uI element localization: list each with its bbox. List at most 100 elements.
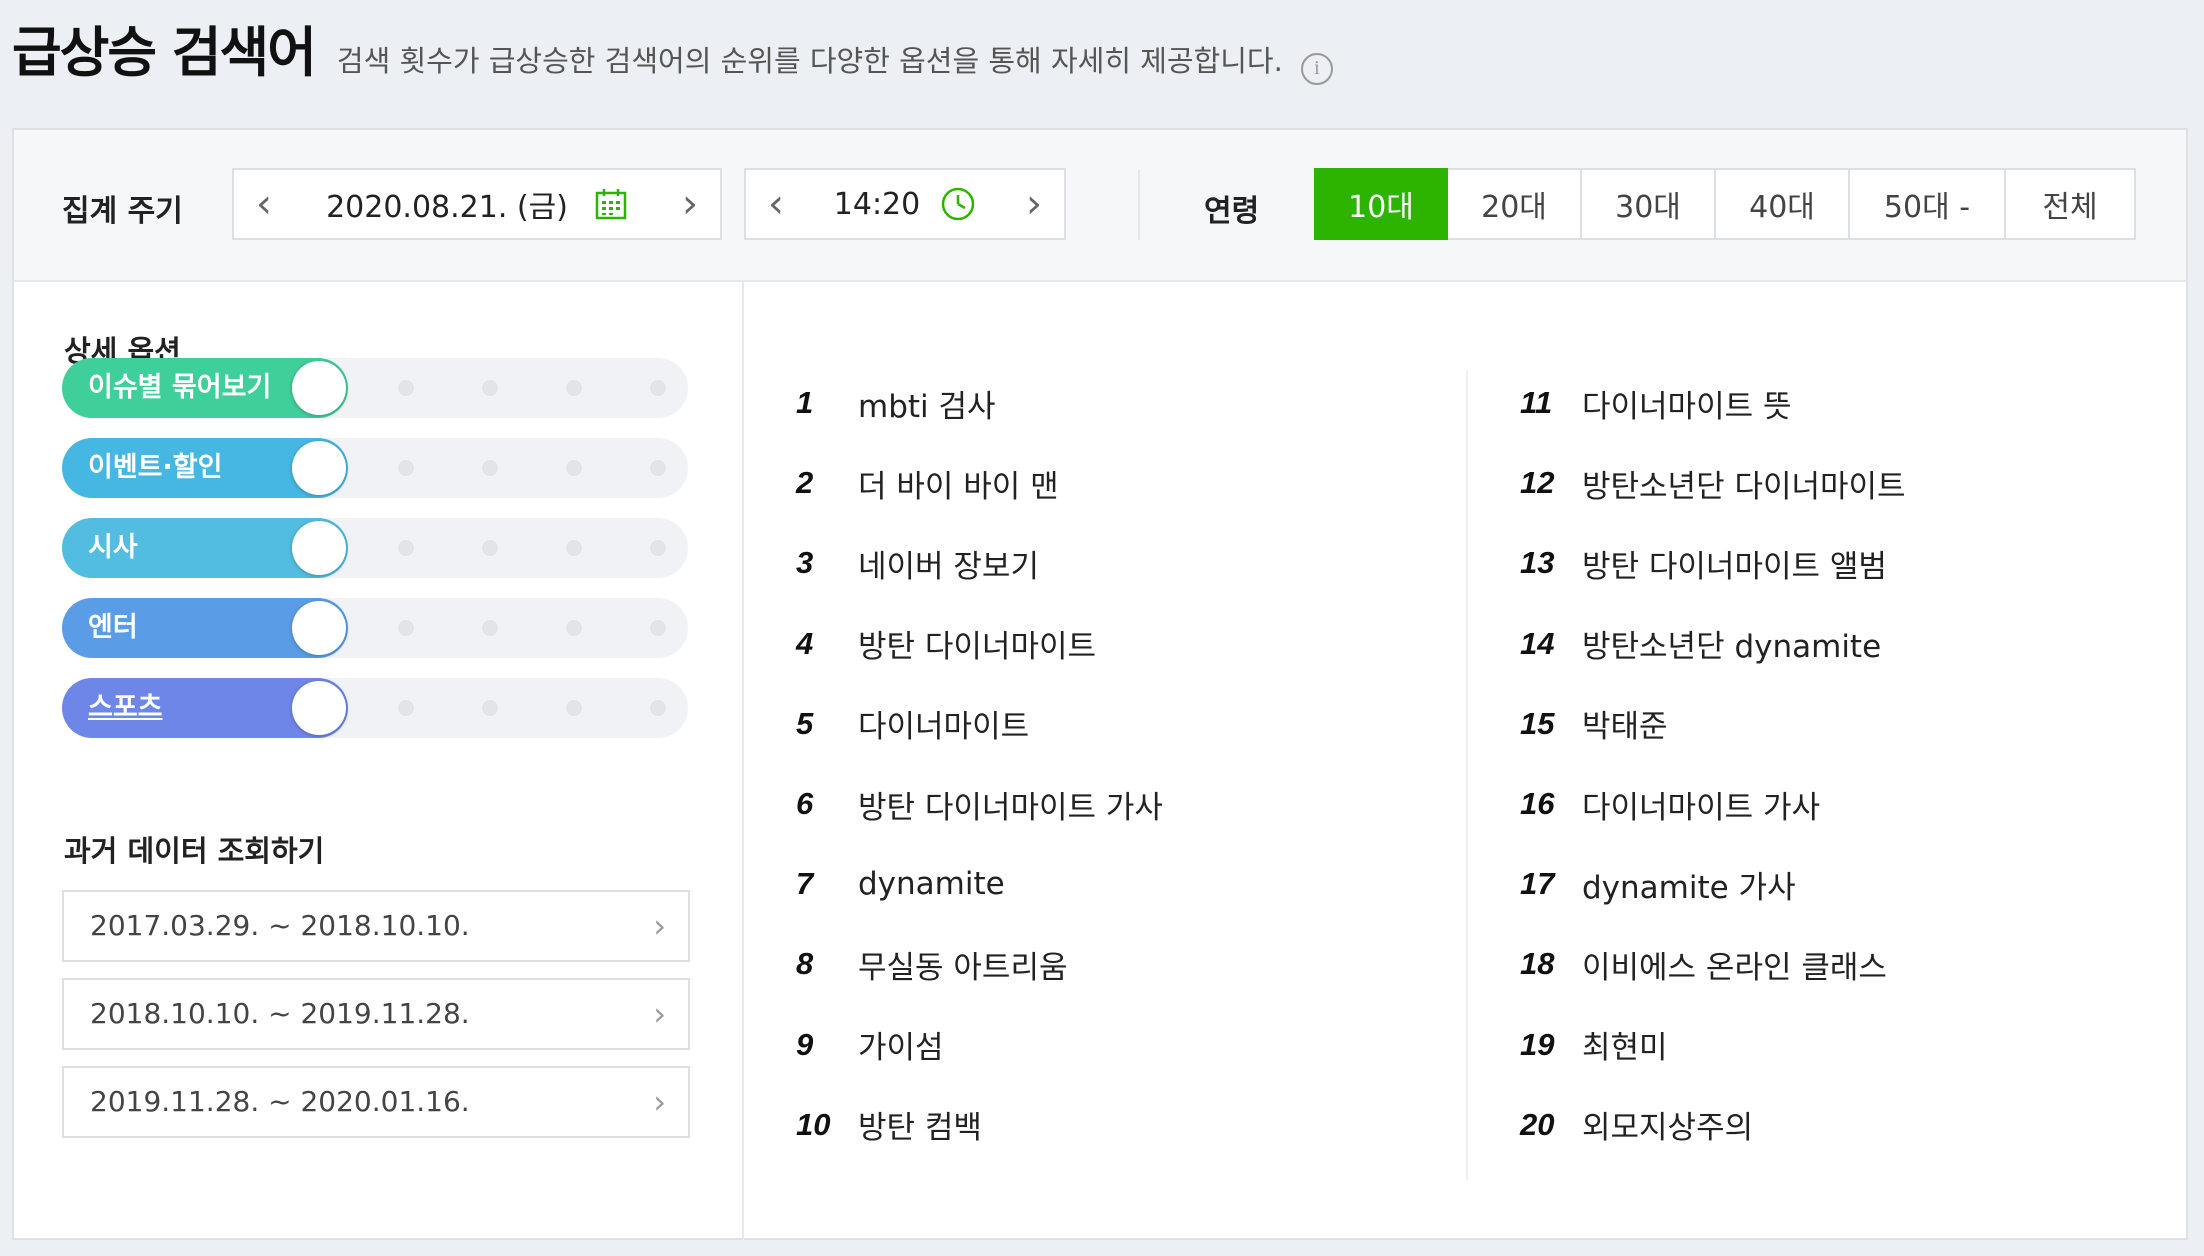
rank-term-link[interactable]: 방탄 다이너마이트 가사	[858, 782, 1163, 827]
rising-search-panel: 집계 주기 ‹ 2020.08.21. (금) › ‹ 14:20 › 연령 1…	[12, 128, 2188, 1240]
option-toggle-3[interactable]: 엔터	[62, 598, 688, 658]
age-tab-10[interactable]: 10대	[1314, 168, 1448, 240]
rank-row[interactable]: 18 이비에스 온라인 클래스	[1520, 929, 1887, 999]
rank-term-link[interactable]: 이비에스 온라인 클래스	[1582, 942, 1887, 987]
rank-row[interactable]: 12 방탄소년단 다이너마이트	[1520, 448, 1906, 518]
date-value: 2020.08.21. (금)	[326, 190, 568, 225]
past-range-3[interactable]: 2019.11.28. ~ 2020.01.16. ›	[62, 1066, 690, 1138]
rank-row[interactable]: 7 dynamite	[796, 849, 1005, 919]
toggle-step-dot	[482, 540, 498, 556]
option-toggle-0[interactable]: 이슈별 묶어보기	[62, 358, 688, 418]
rank-row[interactable]: 11 다이너마이트 뜻	[1520, 368, 1792, 438]
rank-number: 20	[1520, 1106, 1555, 1142]
rank-term-link[interactable]: 다이너마이트 가사	[1582, 782, 1820, 827]
toggle-step-dot	[650, 700, 666, 716]
time-next-button[interactable]: ›	[1004, 181, 1064, 227]
rank-row[interactable]: 9 가이섬	[796, 1010, 944, 1080]
rank-term-link[interactable]: 최현미	[1582, 1022, 1668, 1067]
rank-term-link[interactable]: 무실동 아트리움	[858, 942, 1068, 987]
age-tab-40[interactable]: 40대	[1716, 168, 1850, 240]
rank-row[interactable]: 1 mbti 검사	[796, 368, 996, 438]
toggle-pill: 스포츠	[62, 678, 348, 738]
toggle-step-dot	[650, 380, 666, 396]
date-next-button[interactable]: ›	[660, 181, 720, 227]
time-value: 14:20	[833, 186, 921, 222]
rank-number: 5	[796, 705, 814, 741]
time-prev-button[interactable]: ‹	[746, 181, 806, 227]
rank-term-link[interactable]: 더 바이 바이 맨	[858, 461, 1059, 506]
toggle-step-dot	[566, 700, 582, 716]
rank-number: 2	[796, 465, 814, 501]
rank-term-link[interactable]: 다이너마이트	[858, 701, 1029, 746]
rank-term-link[interactable]: 다이너마이트 뜻	[1582, 381, 1792, 426]
rank-row[interactable]: 19 최현미	[1520, 1010, 1668, 1080]
rank-number: 7	[796, 866, 814, 902]
rank-term-link[interactable]: 방탄 다이너마이트	[858, 621, 1096, 666]
toggle-step-dot	[566, 540, 582, 556]
rank-term-link[interactable]: 외모지상주의	[1582, 1102, 1753, 1147]
info-icon[interactable]: i	[1300, 52, 1333, 85]
option-toggle-1[interactable]: 이벤트·할인	[62, 438, 688, 498]
rank-term-link[interactable]: dynamite	[858, 866, 1005, 902]
calendar-icon[interactable]	[594, 187, 628, 221]
rank-row[interactable]: 4 방탄 다이너마이트	[796, 609, 1096, 679]
toggle-pill: 시사	[62, 518, 348, 578]
past-range-1[interactable]: 2017.03.29. ~ 2018.10.10. ›	[62, 890, 690, 962]
rank-row[interactable]: 14 방탄소년단 dynamite	[1520, 609, 1881, 679]
page-description: 검색 횟수가 급상승한 검색어의 순위를 다양한 옵션을 통해 자세히 제공합니…	[336, 44, 1283, 78]
rank-row[interactable]: 2 더 바이 바이 맨	[796, 448, 1059, 518]
rank-term-link[interactable]: 방탄 컴백	[858, 1102, 982, 1147]
toggle-pill: 엔터	[62, 598, 348, 658]
chevron-right-icon: ›	[653, 995, 666, 1033]
rank-row[interactable]: 15 박태준	[1520, 689, 1668, 759]
rank-row[interactable]: 17 dynamite 가사	[1520, 849, 1796, 919]
rank-row[interactable]: 13 방탄 다이너마이트 앨범	[1520, 528, 1887, 598]
toggle-knob[interactable]	[292, 681, 346, 735]
option-toggle-4[interactable]: 스포츠	[62, 678, 688, 738]
past-range-2[interactable]: 2018.10.10. ~ 2019.11.28. ›	[62, 978, 690, 1050]
rank-row[interactable]: 3 네이버 장보기	[796, 528, 1039, 598]
rank-term-link[interactable]: 네이버 장보기	[858, 541, 1039, 586]
rank-term-link[interactable]: 방탄소년단 다이너마이트	[1582, 461, 1906, 506]
toggle-step-dot	[566, 380, 582, 396]
rank-number: 6	[796, 786, 814, 821]
rank-row[interactable]: 5 다이너마이트	[796, 689, 1029, 759]
rank-term-link[interactable]: 가이섬	[858, 1022, 944, 1067]
toggle-step-dot	[398, 620, 414, 636]
rank-row[interactable]: 8 무실동 아트리움	[796, 929, 1068, 999]
toggle-knob[interactable]	[292, 361, 346, 415]
rank-number: 3	[796, 545, 814, 581]
toggle-knob[interactable]	[292, 441, 346, 495]
age-tab-20[interactable]: 20대	[1448, 168, 1582, 240]
rank-term-link[interactable]: mbti 검사	[858, 381, 996, 426]
toggle-step-dot	[398, 700, 414, 716]
rank-row[interactable]: 6 방탄 다이너마이트 가사	[796, 769, 1163, 839]
filter-divider	[1138, 170, 1140, 240]
age-tab-all[interactable]: 전체	[2006, 168, 2136, 240]
clock-icon[interactable]	[940, 186, 976, 222]
time-picker: ‹ 14:20 ›	[744, 168, 1066, 240]
rank-row[interactable]: 10 방탄 컴백	[796, 1090, 982, 1160]
toggle-step-dot	[482, 380, 498, 396]
age-tab-30[interactable]: 30대	[1582, 168, 1716, 240]
rank-number: 9	[796, 1026, 814, 1062]
toggle-step-dot	[398, 380, 414, 396]
past-range-label: 2018.10.10. ~ 2019.11.28.	[90, 997, 470, 1030]
rank-row[interactable]: 20 외모지상주의	[1520, 1090, 1753, 1160]
age-tab-50-plus[interactable]: 50대 -	[1850, 168, 2006, 240]
rank-row[interactable]: 16 다이너마이트 가사	[1520, 769, 1820, 839]
toggle-knob[interactable]	[292, 521, 346, 575]
toggle-step-dot	[398, 540, 414, 556]
toggle-knob[interactable]	[292, 601, 346, 655]
past-range-label: 2019.11.28. ~ 2020.01.16.	[90, 1085, 470, 1118]
option-toggle-2[interactable]: 시사	[62, 518, 688, 578]
rank-number: 11	[1520, 385, 1553, 420]
date-prev-button[interactable]: ‹	[234, 181, 294, 227]
rank-term-link[interactable]: 박태준	[1582, 701, 1668, 746]
rank-number: 18	[1520, 946, 1555, 982]
rank-number: 15	[1520, 705, 1555, 741]
rank-term-link[interactable]: 방탄 다이너마이트 앨범	[1582, 541, 1887, 586]
rank-term-link[interactable]: dynamite 가사	[1582, 862, 1796, 907]
toggle-label: 이슈별 묶어보기	[88, 372, 272, 403]
rank-term-link[interactable]: 방탄소년단 dynamite	[1582, 621, 1881, 666]
